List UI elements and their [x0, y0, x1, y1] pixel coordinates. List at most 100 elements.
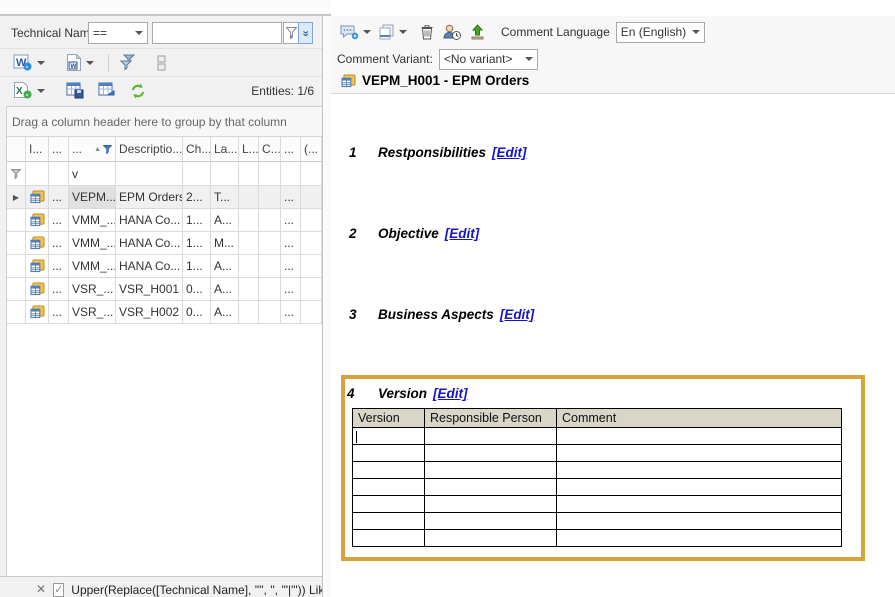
filter-cell[interactable]	[259, 162, 281, 186]
cell[interactable]	[239, 209, 259, 232]
column-header[interactable]: C...	[259, 137, 281, 162]
cell[interactable]	[239, 186, 259, 209]
cell[interactable]: 1...	[183, 232, 211, 255]
cell[interactable]: ...	[49, 186, 69, 209]
cell-description[interactable]: HANA Co...	[116, 232, 183, 255]
chevron-down-icon[interactable]	[37, 89, 45, 93]
column-header-description[interactable]: Descriptio...	[116, 137, 183, 162]
word-export-button[interactable]: W	[10, 52, 35, 74]
comment-history-button[interactable]	[441, 21, 463, 43]
comment-cell[interactable]	[557, 530, 842, 547]
cell[interactable]: M...	[211, 232, 239, 255]
apply-filters-button[interactable]	[117, 52, 140, 74]
operator-select[interactable]: ==	[88, 22, 148, 44]
save-layout-button[interactable]	[63, 80, 87, 102]
table-row[interactable]: ... VSR_... VSR_H001 0... A... ...	[7, 278, 322, 301]
comment-cell[interactable]	[557, 479, 842, 496]
edit-link[interactable]: [Edit]	[500, 307, 535, 322]
version-cell[interactable]	[353, 445, 425, 462]
column-header-icon[interactable]: I...	[26, 137, 49, 162]
edit-link[interactable]: [Edit]	[445, 226, 480, 241]
cell[interactable]	[239, 255, 259, 278]
column-header[interactable]: ...	[49, 137, 69, 162]
filter-cell[interactable]	[49, 162, 69, 186]
table-row[interactable]: ... VSR_... VSR_H002 0... A... ...	[7, 301, 322, 324]
cell[interactable]	[259, 186, 281, 209]
cell[interactable]: ...	[281, 301, 301, 324]
cell[interactable]: ...	[281, 255, 301, 278]
cell-description[interactable]: VSR_H001	[116, 278, 183, 301]
cell[interactable]: ...	[281, 278, 301, 301]
close-filter-icon[interactable]: ✕	[36, 583, 46, 595]
cell-technical-name[interactable]: VEPM...	[69, 186, 116, 209]
comment-cell[interactable]	[557, 445, 842, 462]
version-cell[interactable]	[353, 513, 425, 530]
filter-cell[interactable]	[116, 162, 183, 186]
cell-technical-name[interactable]: VSR_...	[69, 301, 116, 324]
cell[interactable]	[259, 255, 281, 278]
cell[interactable]: 0...	[183, 301, 211, 324]
cell[interactable]: ...	[49, 209, 69, 232]
cell[interactable]	[301, 255, 322, 278]
table-row[interactable]: ▶ ... VEPM... EPM Orders 2... T... ...	[7, 186, 322, 209]
cell[interactable]: 1...	[183, 255, 211, 278]
cell[interactable]: 2...	[183, 186, 211, 209]
edit-link[interactable]: [Edit]	[492, 145, 527, 160]
responsible-person-cell[interactable]	[425, 513, 557, 530]
responsible-person-cell[interactable]	[425, 428, 557, 445]
edit-link[interactable]: [Edit]	[433, 386, 468, 401]
version-cell[interactable]	[353, 479, 425, 496]
comment-cell[interactable]	[557, 428, 842, 445]
comment-variant-select[interactable]: <No variant>	[439, 49, 538, 70]
cell-description[interactable]: VSR_H002	[116, 301, 183, 324]
cell-description[interactable]: HANA Co...	[116, 255, 183, 278]
cell[interactable]	[301, 186, 322, 209]
column-header[interactable]: ...	[281, 137, 301, 162]
filter-cell[interactable]	[183, 162, 211, 186]
version-cell[interactable]	[353, 428, 425, 445]
chevron-down-icon[interactable]	[363, 30, 371, 34]
comment-cell[interactable]	[557, 462, 842, 479]
cell-technical-name[interactable]: VMM_...	[69, 255, 116, 278]
filter-cell[interactable]	[301, 162, 322, 186]
cell[interactable]	[239, 301, 259, 324]
responsible-person-cell[interactable]	[425, 530, 557, 547]
refresh-button[interactable]	[127, 80, 149, 102]
cell[interactable]: ...	[49, 278, 69, 301]
filter-cell[interactable]	[26, 162, 49, 186]
column-header[interactable]: Ch...	[183, 137, 211, 162]
cell[interactable]: ...	[281, 209, 301, 232]
filter-cell[interactable]	[239, 162, 259, 186]
responsible-person-cell[interactable]	[425, 496, 557, 513]
filter-options-button[interactable]: »	[283, 22, 314, 44]
cell-description[interactable]: HANA Co...	[116, 209, 183, 232]
cell[interactable]: A...	[211, 209, 239, 232]
version-cell[interactable]	[353, 462, 425, 479]
cell[interactable]: ...	[49, 232, 69, 255]
excel-export-button[interactable]: X	[10, 80, 35, 102]
cell[interactable]	[259, 209, 281, 232]
load-layout-button[interactable]	[95, 80, 119, 102]
cell[interactable]	[301, 209, 322, 232]
cell-technical-name[interactable]: VMM_...	[69, 232, 116, 255]
cell[interactable]	[259, 232, 281, 255]
filter-cell[interactable]	[211, 162, 239, 186]
cell[interactable]: T...	[211, 186, 239, 209]
word-document-button[interactable]: W	[63, 52, 84, 74]
panel-splitter[interactable]	[323, 16, 331, 597]
cell[interactable]	[259, 278, 281, 301]
table-row[interactable]: ... VMM_... HANA Co... 1... M... ...	[7, 232, 322, 255]
comment-cell[interactable]	[557, 496, 842, 513]
cell[interactable]: 0...	[183, 278, 211, 301]
chevron-down-icon[interactable]	[399, 30, 407, 34]
cell[interactable]: ...	[281, 232, 301, 255]
responsible-person-cell[interactable]	[425, 462, 557, 479]
publish-comment-button[interactable]	[468, 21, 487, 43]
filter-cell[interactable]	[281, 162, 301, 186]
filter-enabled-checkbox[interactable]: ✓	[53, 583, 64, 597]
cell[interactable]	[259, 301, 281, 324]
cell[interactable]: A...	[211, 301, 239, 324]
cell[interactable]: A...	[211, 255, 239, 278]
table-row[interactable]: ... VMM_... HANA Co... 1... A... ...	[7, 255, 322, 278]
comment-button[interactable]	[338, 21, 361, 43]
